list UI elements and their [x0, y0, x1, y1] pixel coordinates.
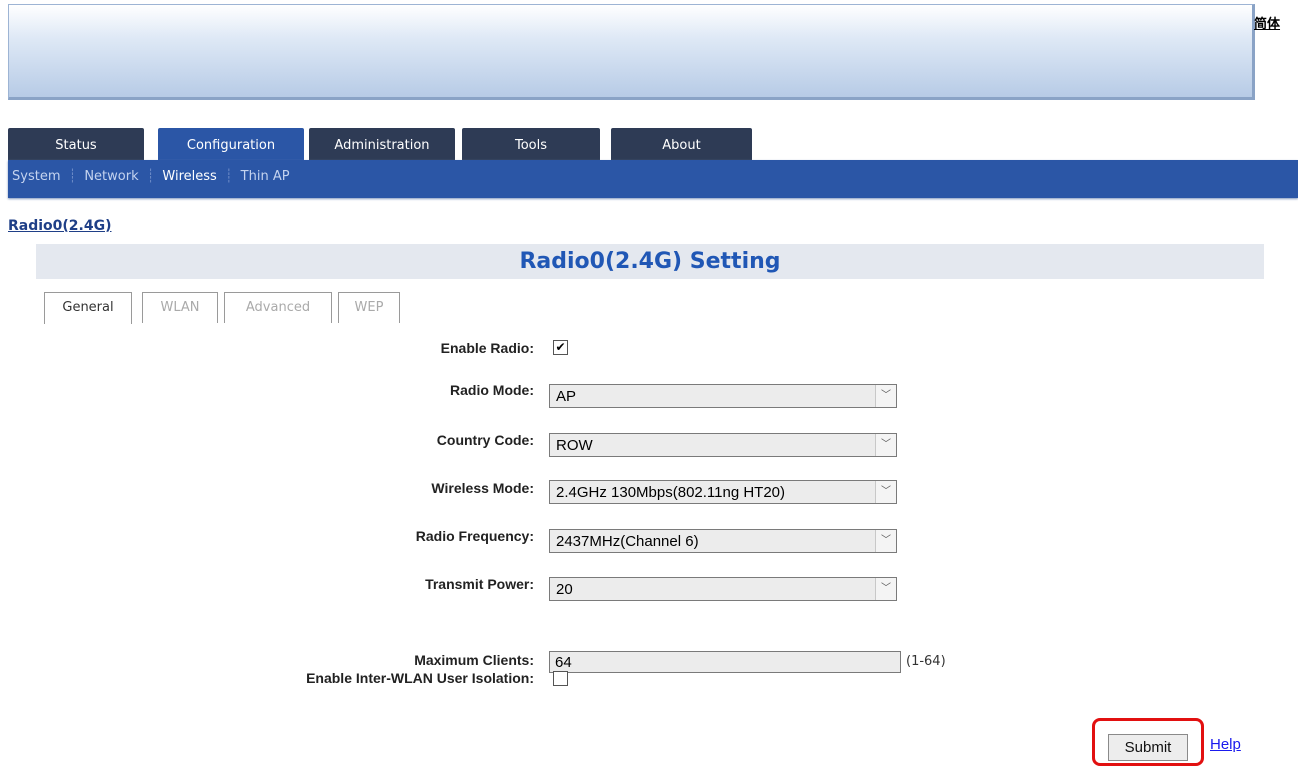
chevron-down-icon: ﹀ — [875, 578, 896, 600]
radio-frequency-select[interactable]: 2437MHz(Channel 6) ﹀ — [549, 529, 897, 553]
subnav-thin-ap[interactable]: Thin AP — [241, 169, 290, 184]
max-clients-hint: (1-64) — [906, 654, 946, 669]
wireless-mode-label: Wireless Mode: — [431, 480, 534, 496]
subnav-separator: ┊ — [146, 169, 155, 184]
subnav-network[interactable]: Network — [84, 169, 138, 184]
tab-configuration[interactable]: Configuration — [158, 128, 304, 160]
sub-navigation: System ┊ Network ┊ Wireless ┊ Thin AP — [8, 160, 1298, 198]
radio-frequency-label: Radio Frequency: — [415, 528, 534, 544]
enable-radio-label: Enable Radio: — [440, 340, 534, 356]
tab-status[interactable]: Status — [8, 128, 144, 160]
subtab-wlan[interactable]: WLAN — [142, 292, 218, 323]
language-link[interactable]: 简体 — [1254, 13, 1280, 32]
radio-mode-select[interactable]: AP ﹀ — [549, 384, 897, 408]
country-code-value: ROW — [556, 437, 593, 454]
chevron-down-icon: ﹀ — [875, 434, 896, 456]
chevron-down-icon: ﹀ — [875, 385, 896, 407]
subnav-wireless[interactable]: Wireless — [162, 169, 216, 184]
country-code-select[interactable]: ROW ﹀ — [549, 433, 897, 457]
breadcrumb[interactable]: Radio0(2.4G) — [8, 218, 112, 234]
country-code-label: Country Code: — [436, 432, 534, 448]
transmit-power-label: Transmit Power: — [425, 576, 534, 592]
isolation-label: Enable Inter-WLAN User Isolation: — [306, 670, 534, 686]
tab-administration[interactable]: Administration — [309, 128, 455, 160]
subnav-system[interactable]: System — [12, 169, 60, 184]
enable-radio-checkbox[interactable]: ✔ — [553, 340, 568, 355]
radio-mode-label: Radio Mode: — [450, 382, 534, 398]
check-mark-icon: ✔ — [555, 340, 566, 354]
header-banner — [8, 4, 1255, 100]
wireless-mode-select[interactable]: 2.4GHz 130Mbps(802.11ng HT20) ﹀ — [549, 480, 897, 504]
page-title: Radio0(2.4G) Setting — [36, 244, 1264, 279]
subtab-general[interactable]: General — [44, 292, 132, 324]
max-clients-label: Maximum Clients: — [414, 652, 534, 668]
max-clients-input[interactable] — [549, 651, 901, 673]
transmit-power-select[interactable]: 20 ﹀ — [549, 577, 897, 601]
radio-frequency-value: 2437MHz(Channel 6) — [556, 533, 699, 550]
wireless-mode-value: 2.4GHz 130Mbps(802.11ng HT20) — [556, 484, 786, 501]
tab-about[interactable]: About — [611, 128, 752, 160]
tab-tools[interactable]: Tools — [462, 128, 600, 160]
chevron-down-icon: ﹀ — [875, 530, 896, 552]
radio-mode-value: AP — [556, 388, 577, 405]
submit-button[interactable]: Submit — [1108, 734, 1188, 761]
help-link[interactable]: Help — [1210, 736, 1241, 753]
isolation-checkbox[interactable] — [553, 671, 568, 686]
subtab-advanced[interactable]: Advanced — [224, 292, 332, 323]
chevron-down-icon: ﹀ — [875, 481, 896, 503]
transmit-power-value: 20 — [556, 581, 573, 598]
subtab-wep[interactable]: WEP — [338, 292, 400, 323]
subnav-separator: ┊ — [68, 169, 77, 184]
subnav-separator: ┊ — [224, 169, 233, 184]
